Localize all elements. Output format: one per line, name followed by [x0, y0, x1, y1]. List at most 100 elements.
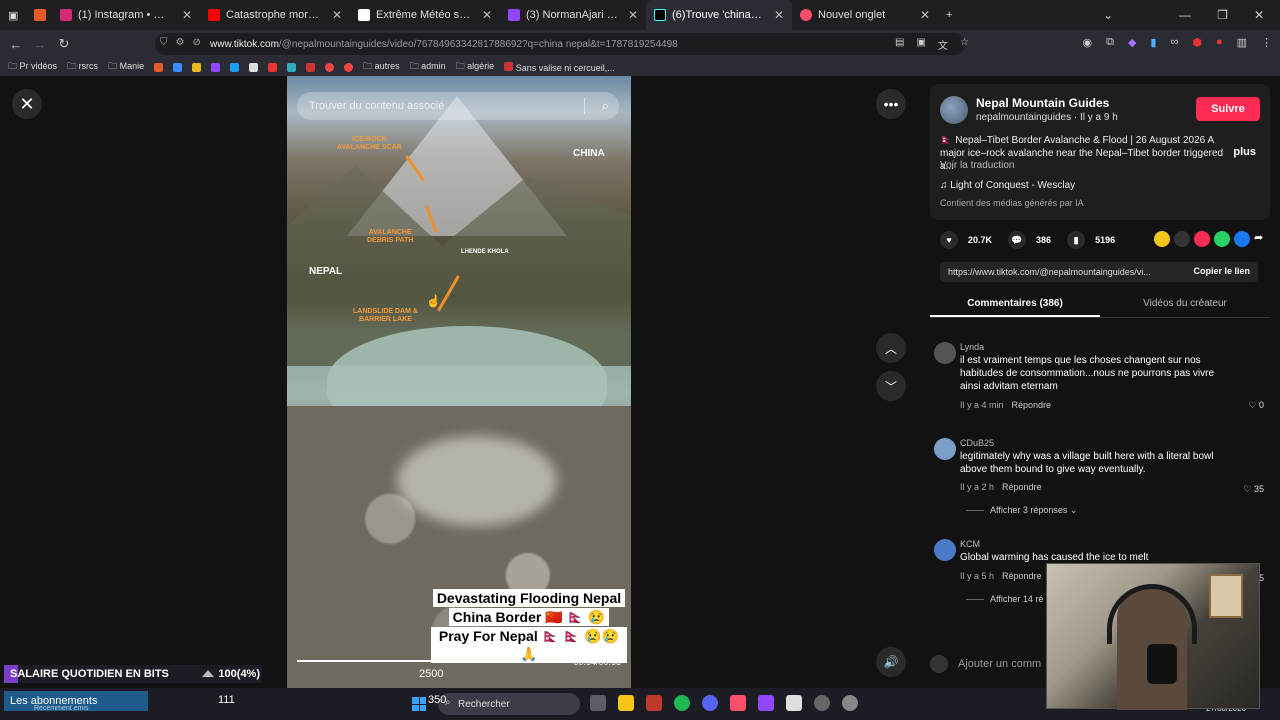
bookmark-icon[interactable]: ▮ [1067, 231, 1086, 249]
extension-red-icon[interactable]: ● [1216, 36, 1223, 49]
bookmark-folder[interactable]: 🗀 algérie [456, 59, 495, 75]
bookmark-folder[interactable]: 🗀 Pr vidéos [8, 59, 57, 75]
extension-purple-icon[interactable]: ◆ [1128, 36, 1136, 49]
show-replies-button[interactable]: Afficher 14 ré [966, 594, 1043, 604]
translate-link[interactable]: Voir la traduction [940, 160, 1015, 171]
adblock-icon[interactable]: ⬢ [1192, 36, 1202, 49]
translate-icon[interactable]: 文 [938, 37, 948, 52]
browser-icon[interactable] [730, 695, 746, 711]
tab-list-button[interactable]: ▣ [0, 0, 30, 30]
back-icon[interactable]: ← [4, 37, 28, 52]
comment-like[interactable]: ♡ 0 [1248, 400, 1264, 411]
tab-search-chevron-icon[interactable]: ⌄ [1103, 8, 1113, 22]
windows-start-icon[interactable] [412, 697, 426, 711]
close-tab-icon[interactable]: ✕ [482, 8, 492, 22]
close-tab-icon[interactable]: ✕ [332, 8, 342, 22]
settings-icon[interactable] [842, 695, 858, 711]
video-progress-bar[interactable] [297, 660, 567, 662]
reply-button[interactable]: Répondre [1002, 571, 1042, 581]
discord-icon[interactable] [702, 695, 718, 711]
previous-video-button[interactable]: ︿ [876, 333, 906, 363]
share-arrow-icon[interactable]: ➦ [1254, 231, 1270, 247]
video-player[interactable]: Trouver du contenu associé ⌕ ICE-ROCK AV… [287, 76, 631, 688]
extension-blue-icon[interactable]: ▮ [1150, 36, 1156, 49]
like-icon[interactable]: ♥ [940, 231, 958, 249]
share-send-icon[interactable] [1194, 231, 1210, 247]
close-tab-icon[interactable]: ✕ [628, 8, 638, 22]
bookmark-icon[interactable] [344, 62, 354, 72]
more-description-link[interactable]: plus [1233, 146, 1256, 158]
author-handle[interactable]: nepalmountainguides · Il y a 9 h [976, 112, 1118, 123]
more-options-button[interactable]: ••• [876, 89, 906, 119]
close-tab-icon[interactable]: ✕ [182, 8, 192, 22]
tab-tiktok[interactable]: (6)Trouve 'china nepal' sur ✕ [646, 0, 792, 30]
bookmark-link[interactable]: Sans valise ni cercueil,... [504, 61, 615, 73]
comment-user[interactable]: Lynda [960, 342, 984, 352]
bookmark-icon[interactable] [325, 62, 335, 72]
minimize-icon[interactable]: — [1179, 8, 1191, 22]
reply-button[interactable]: Répondre [1002, 482, 1042, 492]
app-icon[interactable] [814, 695, 830, 711]
reply-button[interactable]: Répondre [1012, 400, 1052, 410]
comment-avatar[interactable] [934, 539, 956, 561]
new-tab-button[interactable]: + [938, 0, 960, 30]
app-icon[interactable] [646, 695, 662, 711]
comment-avatar[interactable] [934, 438, 956, 460]
facebook-icon[interactable] [1234, 231, 1250, 247]
bookmark-folder[interactable]: 🗀 admin [410, 59, 446, 75]
bookmark-folder[interactable]: 🗀 rsrcs [67, 59, 98, 75]
comment-user[interactable]: KCM [960, 539, 980, 549]
menu-icon[interactable]: ⋮ [1261, 36, 1272, 49]
tab-comments[interactable]: Commentaires (386) [930, 292, 1100, 317]
related-search-input[interactable]: Trouver du contenu associé ⌕ [297, 92, 619, 120]
copy-link-button[interactable]: Copier le lien [1193, 266, 1250, 276]
shield-icon[interactable]: ⛉ [160, 37, 168, 48]
bookmark-icon[interactable] [268, 62, 278, 72]
bookmark-folder[interactable]: 🗀 Manie [108, 59, 144, 75]
close-tab-icon[interactable]: ✕ [920, 8, 930, 22]
extension-glasses-icon[interactable]: ∞ [1170, 36, 1178, 49]
restore-icon[interactable]: ❐ [1217, 8, 1228, 22]
tab-pinned[interactable] [30, 0, 52, 30]
url-field[interactable]: www.tiktok.com/@nepalmountainguides/vide… [155, 33, 965, 55]
tab-instagram[interactable]: (1) Instagram • Messages ✕ [52, 0, 200, 30]
reload-icon[interactable]: ↻ [52, 36, 76, 52]
bookmark-icon[interactable] [173, 62, 183, 72]
spotify-icon[interactable] [674, 695, 690, 711]
comment-icon[interactable]: 💬 [1008, 231, 1027, 249]
account-icon[interactable]: ◉ [1082, 36, 1092, 49]
bookmark-folder[interactable]: 🗀 autres [363, 59, 400, 75]
tab-new[interactable]: Nouvel onglet ✕ [792, 0, 938, 30]
show-replies-button[interactable]: Afficher 3 réponses ⌄ [966, 505, 1077, 516]
follow-button[interactable]: Suivre [1196, 97, 1260, 121]
close-tab-icon[interactable]: ✕ [774, 8, 784, 22]
tab-twitch[interactable]: (3) NormanAjari - Twitch ✕ [500, 0, 646, 30]
tab-catastrophe[interactable]: Catastrophe mortelle à la fronti ✕ [200, 0, 350, 30]
bookmark-icon[interactable] [230, 62, 240, 72]
bookmark-icon[interactable] [154, 62, 164, 72]
bookmark-icon[interactable] [192, 62, 202, 72]
author-name[interactable]: Nepal Mountain Guides [976, 96, 1109, 110]
tab-creator-videos[interactable]: Vidéos du créateur [1100, 292, 1270, 317]
taskbar-search[interactable]: ⌕ Rechercher [438, 693, 580, 715]
music-link[interactable]: ♫ Light of Conquest - Wesclay [940, 180, 1075, 191]
forward-icon[interactable]: → [28, 37, 52, 52]
document-icon[interactable] [786, 695, 802, 711]
comment-user[interactable]: CDuB25 [960, 438, 994, 448]
volume-button[interactable]: 🔊 [876, 647, 906, 677]
next-video-button[interactable]: ﹀ [876, 371, 906, 401]
twitch-icon[interactable] [758, 695, 774, 711]
permissions-icon[interactable]: ⊘ [192, 37, 200, 48]
tune-icon[interactable]: ⚙ [176, 37, 185, 48]
comment-avatar[interactable] [934, 342, 956, 364]
search-icon[interactable]: ⌕ [602, 98, 609, 114]
embed-icon[interactable] [1174, 231, 1190, 247]
screenshot-icon[interactable]: ▣ [916, 37, 925, 52]
whatsapp-icon[interactable] [1214, 231, 1230, 247]
bookmark-icon[interactable] [249, 62, 259, 72]
comment-like[interactable]: ♡ 35 [1243, 484, 1264, 495]
share-friends-icon[interactable] [1154, 231, 1170, 247]
reader-icon[interactable]: ▤ [895, 37, 904, 52]
extensions-icon[interactable]: ⧉ [1106, 36, 1114, 49]
task-view-icon[interactable] [590, 695, 606, 711]
